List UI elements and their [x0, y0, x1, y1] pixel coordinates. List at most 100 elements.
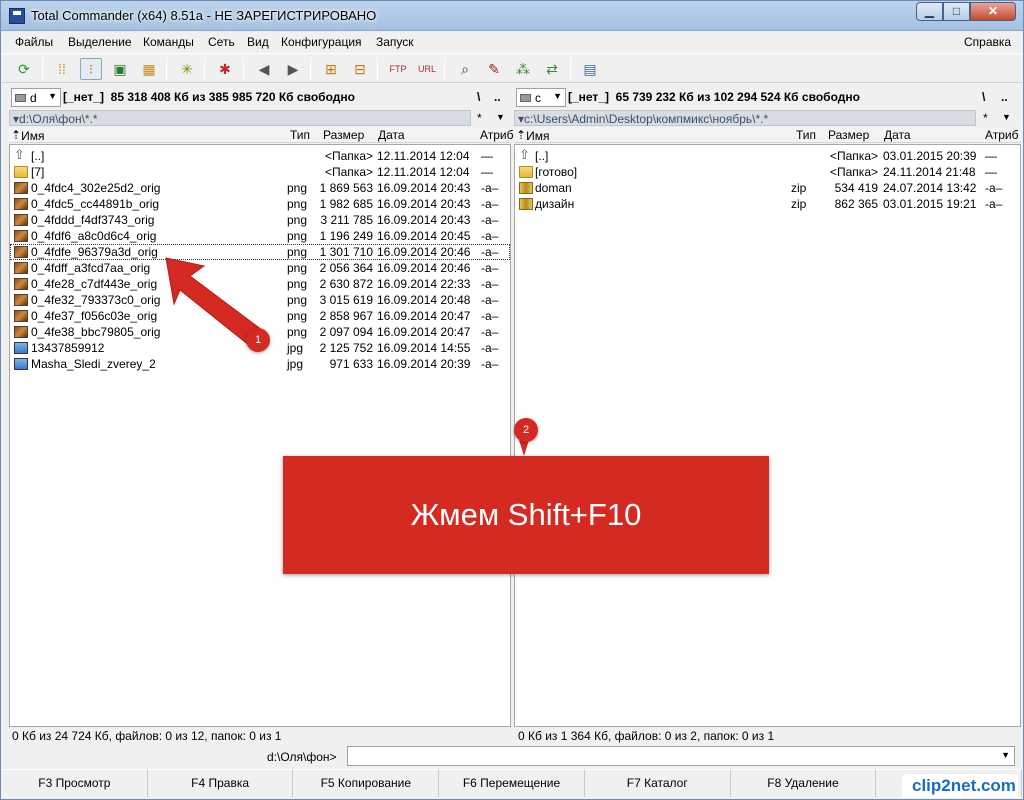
right-file-panel[interactable]: [..] <Папка> 03.01.2015 20:39 — [готово] <Пап…: [514, 144, 1021, 727]
f5-copy-button[interactable]: F5 Копирование: [293, 769, 440, 797]
left-up-button[interactable]: ..: [494, 90, 501, 104]
forward-icon[interactable]: ▶: [282, 58, 304, 80]
file-date: 16.09.2014 20:43: [377, 197, 471, 211]
sort-name-header[interactable]: ⇡ Имя: [11, 128, 44, 143]
minimize-button[interactable]: ▁: [916, 2, 943, 21]
folder-icon: [14, 166, 28, 178]
brief-view-icon[interactable]: ⁞⁞: [51, 58, 73, 80]
left-file-panel[interactable]: [..]<Папка>12.11.2014 12:04—[7]<Папка>12…: [9, 144, 511, 727]
file-row[interactable]: 0_4fdfe_96379a3d_orig png 1 301 710 16.09.2…: [10, 244, 510, 260]
pack-files-icon[interactable]: ⊞: [320, 58, 342, 80]
right-filter-button[interactable]: *: [983, 111, 988, 125]
tree-icon[interactable]: ▦: [138, 58, 160, 80]
file-attr: -a–: [481, 213, 499, 227]
instruction-text: Жмем Shift+F10: [410, 497, 642, 532]
file-row[interactable]: [..] <Папка> 12.11.2014 12:04 —: [10, 147, 510, 164]
full-view-icon[interactable]: ⁝: [80, 58, 102, 80]
file-attr: —: [481, 149, 493, 163]
maximize-button[interactable]: □: [943, 2, 970, 21]
f8-delete-button[interactable]: F8 Удаление: [730, 769, 877, 797]
right-root-button[interactable]: \: [982, 90, 985, 104]
file-row[interactable]: [..] <Папка> 03.01.2015 20:39 —: [515, 147, 1020, 164]
back-icon[interactable]: ◀: [253, 58, 275, 80]
file-row[interactable]: 0_4fdc5_cc44891b_orig png 1 982 685 16.09.2…: [10, 196, 510, 212]
close-button[interactable]: ✕: [970, 2, 1016, 21]
file-row[interactable]: Masha_Sledi_zverey_2 jpg 971 633 16.09.2014…: [10, 356, 510, 372]
file-row[interactable]: [7] <Папка> 12.11.2014 12:04 —: [10, 164, 510, 180]
command-line-input[interactable]: ▼: [347, 746, 1015, 766]
file-row[interactable]: 0_4fe32_793373c0_orig png 3 015 619 16.09.2…: [10, 292, 510, 308]
file-name: 0_4fdff_a3fcd7aa_orig: [31, 261, 151, 275]
file-row[interactable]: 0_4fdc4_302e25d2_orig png 1 869 563 16.09.2…: [10, 180, 510, 196]
file-type: png: [287, 197, 308, 211]
file-name: doman: [535, 181, 572, 195]
url-icon[interactable]: URL: [416, 58, 438, 80]
left-filter-button[interactable]: *: [477, 111, 482, 125]
pack-icon[interactable]: ✱: [214, 58, 236, 80]
sort-size-header[interactable]: Размер: [323, 128, 364, 142]
image-file-icon: [14, 358, 28, 370]
left-root-button[interactable]: \: [477, 90, 480, 104]
menu-network[interactable]: Сеть: [208, 35, 235, 49]
file-row[interactable]: 0_4fdf6_a8c0d6c4_orig png 1 196 249 16.09.2…: [10, 228, 510, 244]
f6-move-button[interactable]: F6 Перемещение: [439, 769, 585, 797]
menu-commands[interactable]: Команды: [143, 35, 194, 49]
f7-mkdir-button[interactable]: F7 Каталог: [584, 769, 731, 797]
notepad-icon[interactable]: ▤: [579, 58, 601, 80]
right-up-button[interactable]: ..: [1001, 90, 1008, 104]
menu-selection[interactable]: Выделение: [68, 35, 132, 49]
file-attr: -a–: [985, 197, 1003, 211]
file-date: 16.09.2014 20:46: [377, 245, 471, 259]
chevron-down-icon[interactable]: ▼: [1002, 112, 1011, 122]
sort-type-header[interactable]: Тип: [290, 128, 310, 142]
menu-launch[interactable]: Запуск: [376, 35, 414, 49]
title-bar[interactable]: Total Commander (x64) 8.51a - НЕ ЗАРЕГИС…: [1, 1, 1023, 31]
file-attr: -a–: [481, 277, 499, 291]
compare-icon[interactable]: ⇄: [541, 58, 563, 80]
sort-attr-header[interactable]: Атриб: [985, 128, 1019, 142]
unpack-files-icon[interactable]: ⊟: [349, 58, 371, 80]
right-drive-select[interactable]: c ▼: [516, 88, 566, 107]
file-row[interactable]: 0_4fe28_c7df443e_orig png 2 630 872 16.09.2…: [10, 276, 510, 292]
chevron-down-icon[interactable]: ▼: [1001, 750, 1010, 760]
sort-size-header[interactable]: Размер: [828, 128, 869, 142]
menu-files[interactable]: Файлы: [15, 35, 53, 49]
menu-help[interactable]: Справка: [964, 35, 1011, 49]
menu-view[interactable]: Вид: [247, 35, 269, 49]
file-type: png: [287, 261, 308, 275]
find-icon[interactable]: ⌕: [454, 58, 476, 80]
rename-icon[interactable]: ✎: [483, 58, 505, 80]
file-row[interactable]: 0_4fe37_f056c03e_orig png 2 858 967 16.09.2…: [10, 308, 510, 324]
refresh-icon[interactable]: ⟳: [13, 58, 35, 80]
f4-edit-button[interactable]: F4 Правка: [147, 769, 294, 797]
right-path-bar[interactable]: ▾c:\Users\Admin\Desktop\компмикс\ноябрь\…: [514, 110, 976, 126]
file-row[interactable]: [готово] <Папка> 24.11.2014 21:48 —: [515, 164, 1020, 180]
file-row[interactable]: дизайн zip 862 365 03.01.2015 19:21 -a–: [515, 196, 1020, 212]
sort-date-header[interactable]: Дата: [378, 128, 405, 142]
file-name: 13437859912: [31, 341, 105, 355]
left-drive-select[interactable]: d ▼: [11, 88, 61, 107]
sort-date-header[interactable]: Дата: [884, 128, 911, 142]
image-file-icon: [14, 262, 28, 274]
ftp-icon[interactable]: FTP: [387, 58, 409, 80]
file-size: 1 869 563: [319, 181, 373, 195]
thumbnails-icon[interactable]: ▣: [109, 58, 131, 80]
sort-name-header[interactable]: ⇡ Имя: [516, 128, 549, 143]
left-drive-label: [_нет_]: [63, 90, 104, 104]
file-name: [..]: [535, 149, 549, 163]
f3-view-button[interactable]: F3 Просмотр: [2, 769, 148, 797]
file-row[interactable]: 0_4fdff_a3fcd7aa_orig png 2 056 364 16.09.2…: [10, 260, 510, 276]
file-date: 24.11.2014 21:48: [883, 165, 976, 179]
menu-configuration[interactable]: Конфигурация: [281, 35, 362, 49]
file-row[interactable]: doman zip 534 419 24.07.2014 13:42 -a–: [515, 180, 1020, 196]
image-file-icon: [14, 214, 28, 226]
invert-selection-icon[interactable]: ✳: [176, 58, 198, 80]
file-type: jpg: [287, 357, 304, 371]
sort-attr-header[interactable]: Атриб: [480, 128, 514, 142]
file-row[interactable]: 0_4fddd_f4df3743_orig png 3 211 785 16.09.2…: [10, 212, 510, 228]
left-path-bar[interactable]: ▾d:\Оля\фон\*.*: [9, 110, 471, 126]
file-name: [7]: [31, 165, 45, 179]
sync-icon[interactable]: ⁂: [512, 58, 534, 80]
sort-type-header[interactable]: Тип: [796, 128, 816, 142]
chevron-down-icon[interactable]: ▼: [496, 112, 505, 122]
